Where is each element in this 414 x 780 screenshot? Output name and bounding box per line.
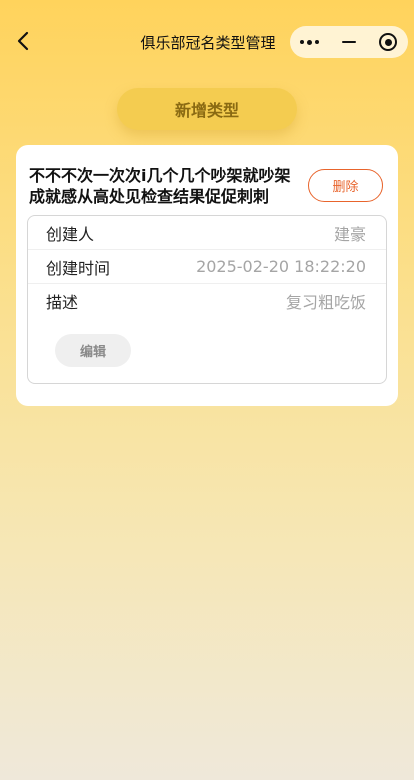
field-label: 创建人 — [46, 224, 95, 244]
minus-icon — [341, 40, 356, 44]
info-panel: 创建人 建豪 创建时间 2025-02-20 18:22:20 描述 复习粗吃饭… — [27, 215, 387, 384]
mini-program-capsule — [290, 26, 408, 58]
field-value: 复习粗吃饭 — [285, 293, 366, 312]
delete-button[interactable]: 删除 — [308, 169, 383, 202]
field-value: 建豪 — [333, 224, 366, 244]
target-circle-icon — [379, 33, 398, 51]
info-row-description: 描述 复习粗吃饭 — [28, 284, 386, 318]
edit-button[interactable]: 编辑 — [55, 334, 131, 367]
info-row-created-time: 创建时间 2025-02-20 18:22:20 — [28, 250, 386, 284]
more-button[interactable] — [292, 26, 328, 58]
type-card: 不不不次一次次i几个几个吵架就吵架成就感从高处见检查结果促促刺刺 删除 创建人 … — [16, 145, 398, 406]
navigation-bar: 俱乐部冠名类型管理 — [0, 0, 414, 84]
field-value: 2025-02-20 18:22:20 — [196, 257, 366, 276]
info-row-creator: 创建人 建豪 — [28, 216, 386, 250]
minimize-button[interactable] — [331, 26, 367, 58]
close-button[interactable] — [370, 26, 406, 58]
add-type-button[interactable]: 新增类型 — [117, 88, 297, 130]
type-title: 不不不次一次次i几个几个吵架就吵架成就感从高处见检查结果促促刺刺 — [29, 166, 291, 206]
more-dots-icon — [300, 39, 320, 45]
field-label: 创建时间 — [46, 258, 111, 278]
field-label: 描述 — [46, 293, 79, 312]
